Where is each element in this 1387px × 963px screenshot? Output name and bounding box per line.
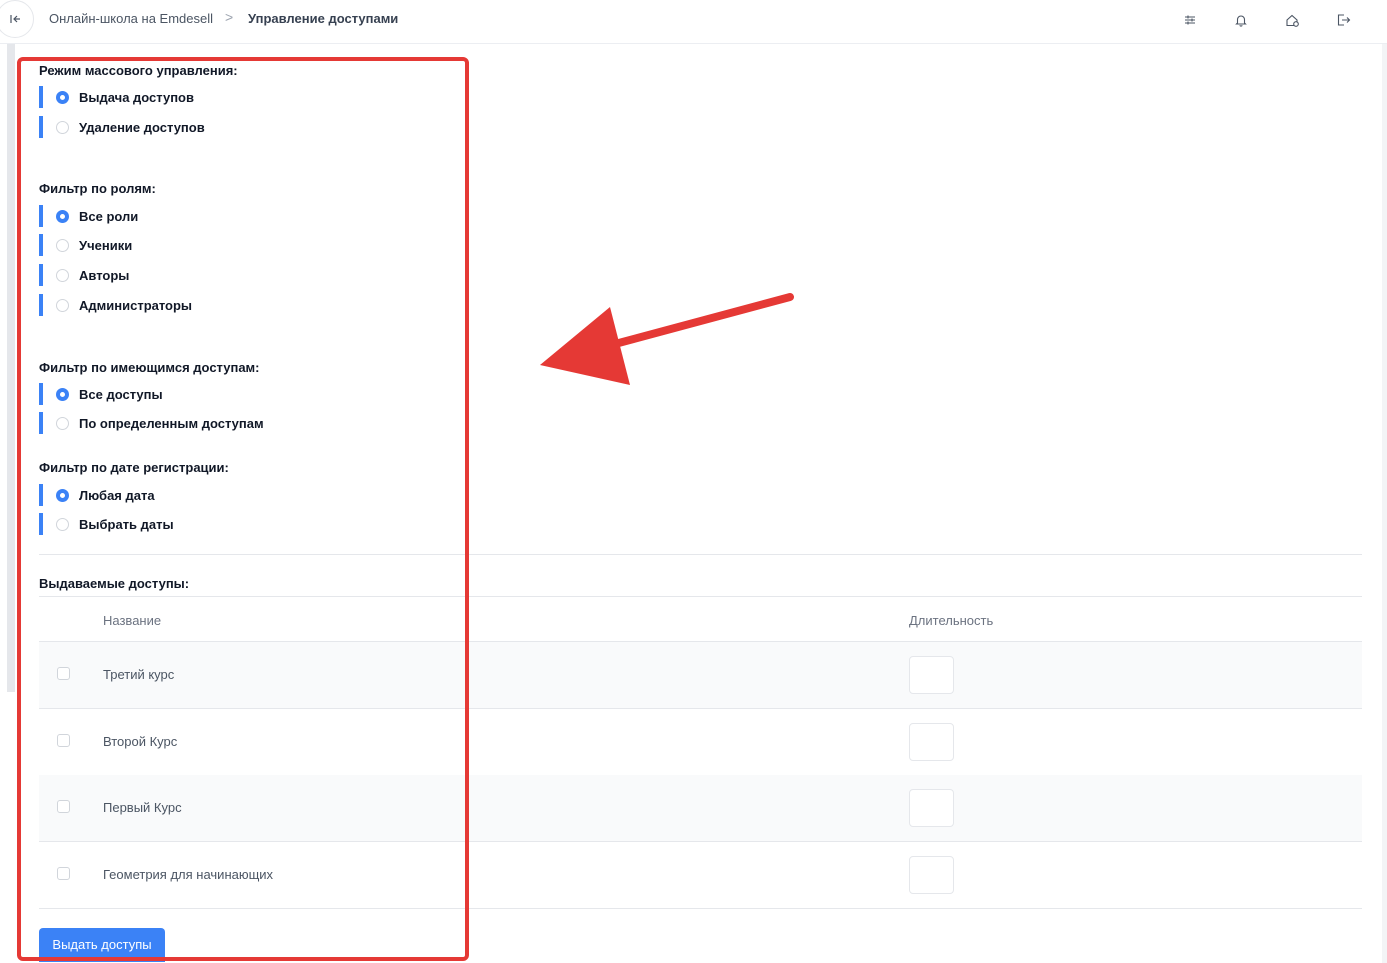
radio-accent-bar	[39, 484, 43, 506]
duration-input[interactable]	[909, 856, 954, 894]
bell-icon[interactable]	[1229, 9, 1253, 31]
row-name: Второй Курс	[103, 734, 178, 749]
row-checkbox[interactable]	[57, 800, 70, 813]
mode-group-title: Режим массового управления:	[39, 63, 238, 78]
top-bar: Онлайн-школа на Emdesell > Управление до…	[0, 0, 1387, 44]
radio-date-select[interactable]: Выбрать даты	[39, 513, 174, 535]
table-row: Первый Курс	[39, 775, 1362, 842]
radio-label: Выбрать даты	[79, 516, 174, 532]
row-checkbox[interactable]	[57, 867, 70, 880]
radio-checked-indicator[interactable]	[56, 387, 69, 401]
collapse-sidebar-button[interactable]	[0, 0, 34, 38]
radio-checked-indicator[interactable]	[56, 488, 69, 502]
radio-label: По определенным доступам	[79, 415, 264, 431]
duration-input[interactable]	[909, 723, 954, 761]
radio-role-students[interactable]: Ученики	[39, 234, 132, 256]
radio-checked-indicator[interactable]	[56, 209, 69, 223]
table-row: Геометрия для начинающих	[39, 842, 1362, 909]
radio-accent-bar	[39, 234, 43, 256]
breadcrumb-school-link[interactable]: Онлайн-школа на Emdesell	[49, 11, 213, 26]
radio-unchecked-indicator[interactable]	[56, 298, 69, 312]
radio-label: Авторы	[79, 267, 130, 283]
sidebar-edge	[7, 44, 15, 692]
annotation-arrow-icon	[540, 293, 794, 385]
radio-role-authors[interactable]: Авторы	[39, 264, 129, 286]
radio-date-any[interactable]: Любая дата	[39, 484, 155, 506]
radio-accent-bar	[39, 205, 43, 227]
radio-mode-grant[interactable]: Выдача доступов	[39, 86, 194, 108]
radio-accent-bar	[39, 264, 43, 286]
breadcrumb-separator: >	[225, 9, 234, 25]
radio-unchecked-indicator[interactable]	[56, 120, 69, 134]
radio-accent-bar	[39, 513, 43, 535]
radio-label: Выдача доступов	[79, 89, 194, 105]
radio-label: Ученики	[79, 237, 133, 253]
radio-label: Все роли	[79, 208, 139, 224]
radio-accent-bar	[39, 116, 43, 138]
radio-label: Администраторы	[79, 297, 193, 313]
page-title: Управление доступами	[248, 11, 399, 26]
column-header-duration: Длительность	[909, 613, 994, 628]
radio-accent-bar	[39, 412, 43, 434]
row-name: Геометрия для начинающих	[103, 867, 274, 882]
section-divider	[39, 554, 1362, 555]
table-row: Третий курс	[39, 642, 1362, 709]
radio-role-admins[interactable]: Администраторы	[39, 294, 192, 316]
radio-accent-bar	[39, 383, 43, 405]
collapse-left-icon	[10, 15, 20, 23]
row-checkbox[interactable]	[57, 667, 70, 680]
accesses-table-title: Выдаваемые доступы:	[39, 576, 190, 591]
duration-input[interactable]	[909, 789, 954, 827]
radio-accent-bar	[39, 294, 43, 316]
radio-access-all[interactable]: Все доступы	[39, 383, 163, 405]
radio-access-specific[interactable]: По определенным доступам	[39, 412, 264, 434]
scrollbar-track[interactable]	[1382, 44, 1387, 963]
radio-mode-remove[interactable]: Удаление доступов	[39, 116, 205, 138]
radio-unchecked-indicator[interactable]	[56, 268, 69, 282]
radio-unchecked-indicator[interactable]	[56, 517, 69, 531]
row-name: Первый Курс	[103, 800, 182, 815]
radio-accent-bar	[39, 86, 43, 108]
date-group-title: Фильтр по дате регистрации:	[39, 460, 229, 475]
duration-input[interactable]	[909, 656, 954, 694]
role-group-title: Фильтр по ролям:	[39, 181, 156, 196]
column-header-name: Название	[103, 613, 162, 628]
table-header: Название Длительность	[39, 596, 1362, 642]
row-name: Третий курс	[103, 667, 175, 682]
radio-label: Удаление доступов	[79, 119, 205, 135]
sliders-icon[interactable]	[1178, 9, 1202, 31]
radio-role-all[interactable]: Все роли	[39, 205, 138, 227]
radio-label: Все доступы	[79, 386, 163, 402]
radio-unchecked-indicator[interactable]	[56, 416, 69, 430]
radio-label: Любая дата	[79, 487, 155, 503]
table-row: Второй Курс	[39, 709, 1362, 776]
home-settings-icon[interactable]	[1280, 9, 1304, 31]
logout-icon[interactable]	[1331, 9, 1355, 31]
radio-checked-indicator[interactable]	[56, 90, 69, 104]
row-checkbox[interactable]	[57, 734, 70, 747]
grant-access-button[interactable]: Выдать доступы	[39, 928, 165, 962]
access-group-title: Фильтр по имеющимся доступам:	[39, 360, 260, 375]
radio-unchecked-indicator[interactable]	[56, 238, 69, 252]
